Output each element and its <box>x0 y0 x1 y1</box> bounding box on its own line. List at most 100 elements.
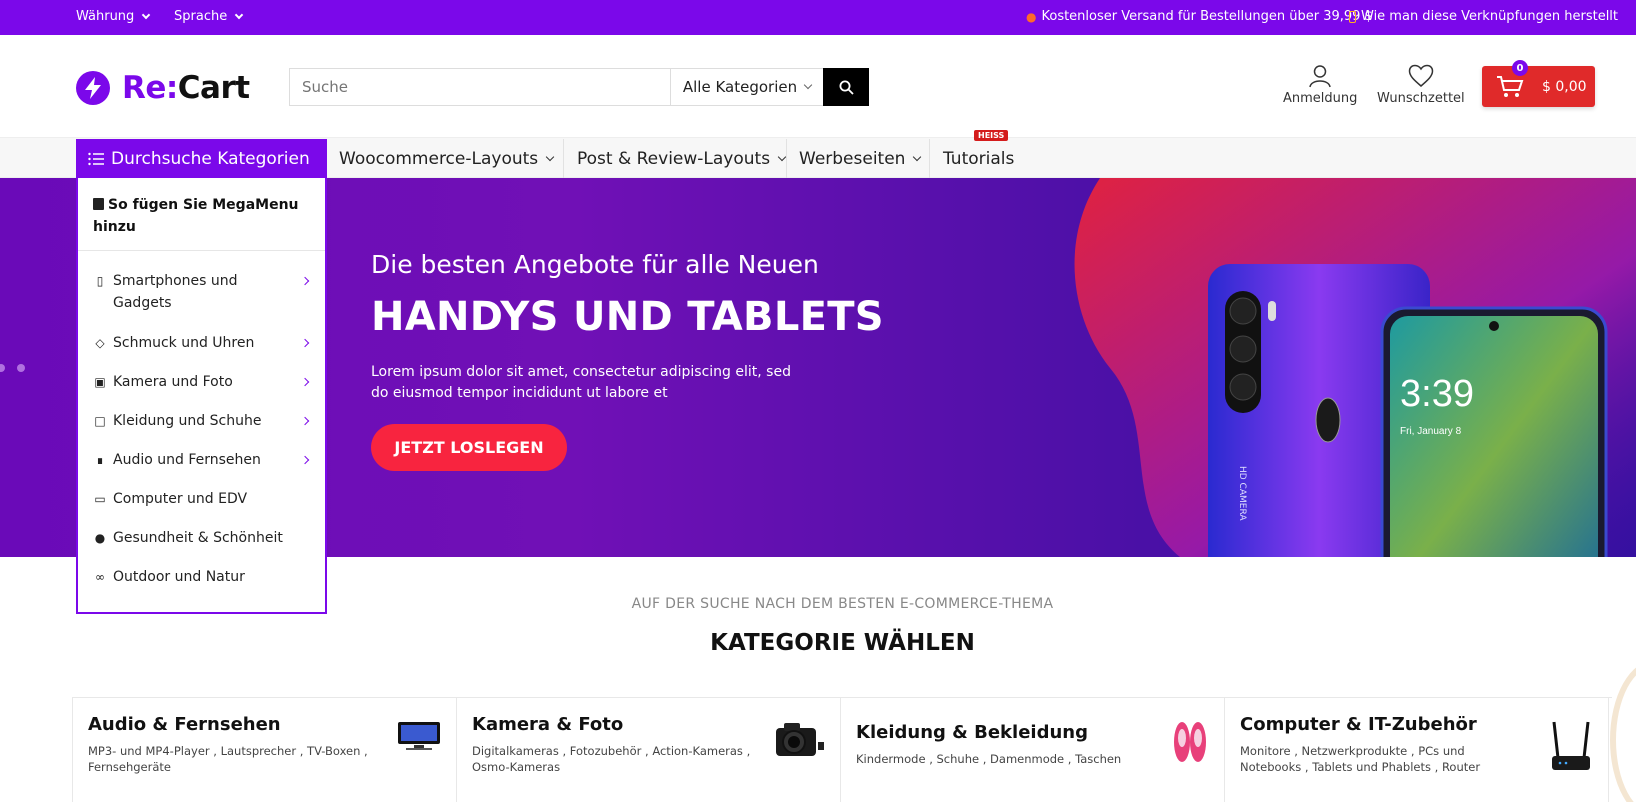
menu-item-label: Outdoor und Natur <box>113 569 245 585</box>
category-select-label: Alle Kategorien <box>682 78 798 96</box>
nav-divider <box>786 139 787 178</box>
category-subcategories: Kindermode , Schuhe , Damenmode , Tasche… <box>856 752 1122 766</box>
shortcuts-link[interactable]: Wie man diese Verknüpfungen herstellt <box>1349 9 1618 24</box>
category-title: Kamera & Foto <box>472 714 624 735</box>
category-title: Audio & Fernsehen <box>88 714 281 735</box>
search-bar: Alle Kategorien <box>289 68 869 106</box>
chevron-down-icon <box>545 152 555 161</box>
login-link[interactable]: Anmeldung <box>1283 64 1357 106</box>
menu-item-label: Kamera und Foto <box>113 374 233 390</box>
search-input[interactable] <box>290 69 670 105</box>
nav-werbeseiten[interactable]: Werbeseiten <box>799 139 922 178</box>
menu-item-clothing[interactable]: □ Kleidung und Schuhe <box>78 410 325 432</box>
bicycle-icon: ∞ <box>95 570 105 584</box>
nav-post-review-layouts[interactable]: Post & Review-Layouts <box>577 139 787 178</box>
chevron-right-icon <box>300 276 310 286</box>
chevron-right-icon <box>300 338 310 348</box>
wishlist-link[interactable]: Wunschzettel <box>1377 64 1465 106</box>
laptop-icon: ▭ <box>94 492 106 506</box>
menu-item-label: Computer und EDV <box>113 491 248 507</box>
chevron-down-icon <box>234 10 244 19</box>
category-grid: Audio & Fernsehen MP3- und MP4-Player , … <box>72 697 1612 802</box>
browse-label: Durchsuche Kategorien <box>111 148 310 169</box>
category-select[interactable]: Alle Kategorien <box>670 69 823 105</box>
chevron-right-icon <box>300 455 310 465</box>
nav-label: Post & Review-Layouts <box>577 148 771 169</box>
currency-switcher[interactable]: Währung <box>76 9 151 24</box>
top-bar: Währung Sprache ● Kostenloser Versand fü… <box>0 0 1636 35</box>
section-title: KATEGORIE WÄHLEN <box>710 630 975 656</box>
diamond-icon: ◇ <box>95 336 105 350</box>
nav-label: Tutorials <box>943 148 1015 169</box>
get-started-button[interactable]: JETZT LOSLEGEN <box>371 424 567 471</box>
search-button[interactable] <box>823 68 869 106</box>
cart-count-badge: 0 <box>1512 60 1528 76</box>
category-subcategories: Digitalkameras , Fotozubehör , Action-Ka… <box>472 744 751 774</box>
book-icon <box>93 198 104 210</box>
menu-item-label: Smartphones und Gadgets <box>113 273 238 311</box>
chevron-right-icon <box>300 416 310 426</box>
nav-label: Woocommerce-Layouts <box>339 148 539 169</box>
menu-item-audio[interactable]: ∎ Audio und Fernsehen <box>78 449 325 471</box>
menu-item-health[interactable]: ● Gesundheit & Schönheit <box>78 527 325 549</box>
heart-icon <box>1408 64 1434 87</box>
category-subcategories: Monitore , Netzwerkprodukte , PCs und No… <box>1240 744 1481 774</box>
pills-icon: ● <box>94 531 106 545</box>
user-icon <box>1309 65 1331 88</box>
hot-badge: HEISS <box>974 130 1009 141</box>
chevron-down-icon <box>142 10 151 19</box>
list-icon <box>88 152 104 165</box>
mobile-icon: ▯ <box>96 274 104 288</box>
category-mega-menu: So fügen Sie MegaMenu hinzu ▯ Smartphone… <box>76 178 327 614</box>
nav-woocommerce-layouts[interactable]: Woocommerce-Layouts <box>339 139 555 178</box>
browse-categories-button[interactable]: Durchsuche Kategorien <box>76 139 327 178</box>
fire-icon: ● <box>1026 9 1037 24</box>
cart-button[interactable]: 0 $ 0,00 <box>1482 60 1595 107</box>
login-label: Anmeldung <box>1283 91 1358 106</box>
language-label: Sprache <box>174 9 228 24</box>
category-title: Kleidung & Bekleidung <box>856 722 1088 743</box>
decorative-circle <box>1610 660 1636 802</box>
logo-text: Re:Cart <box>122 70 250 106</box>
chevron-down-icon <box>803 80 813 90</box>
hero-subtitle: Die besten Angebote für alle Neuen <box>371 250 819 279</box>
cart-icon <box>1497 75 1524 97</box>
phone-clock: 3:39 <box>1400 373 1474 415</box>
language-switcher[interactable]: Sprache <box>174 9 244 24</box>
phone-icon <box>1349 10 1356 23</box>
search-icon <box>839 80 854 95</box>
smartphones-image: HD CAMERA 3:39 Fri, January 8 <box>1208 264 1608 557</box>
category-title: Computer & IT-Zubehör <box>1240 714 1477 735</box>
phone-back-label: HD CAMERA <box>1237 466 1247 521</box>
site-logo[interactable]: Re:Cart <box>76 70 250 106</box>
category-card-clothing[interactable]: Kleidung & Bekleidung Kindermode , Schuh… <box>841 698 1225 802</box>
wishlist-label: Wunschzettel <box>1377 91 1465 106</box>
hero-title: HANDYS UND TABLETS <box>371 294 884 340</box>
megamenu-help-label: So fügen Sie MegaMenu hinzu <box>93 197 299 235</box>
menu-item-label: Kleidung und Schuhe <box>113 413 262 429</box>
category-card-camera[interactable]: Kamera & Foto Digitalkameras , Fotozubeh… <box>457 698 841 802</box>
megamenu-help-link[interactable]: So fügen Sie MegaMenu hinzu <box>78 178 325 251</box>
shoes-image <box>1174 722 1206 762</box>
shipping-text: Kostenloser Versand für Bestellungen übe… <box>1041 9 1373 24</box>
shortcuts-text: Wie man diese Verknüpfungen herstellt <box>1361 9 1619 24</box>
category-card-audio[interactable]: Audio & Fernsehen MP3- und MP4-Player , … <box>73 698 457 802</box>
nav-divider <box>563 139 564 178</box>
nav-label: Werbeseiten <box>799 148 906 169</box>
router-image <box>1552 721 1590 770</box>
category-subcategories: MP3- und MP4-Player , Lautsprecher , TV-… <box>88 744 368 774</box>
menu-item-camera[interactable]: ▣ Kamera und Foto <box>78 371 325 393</box>
nav-tutorials[interactable]: Tutorials <box>943 139 1014 178</box>
menu-item-label: Schmuck und Uhren <box>113 335 255 351</box>
menu-item-computer[interactable]: ▭ Computer und EDV <box>78 488 325 510</box>
menu-item-jewelry[interactable]: ◇ Schmuck und Uhren <box>78 332 325 354</box>
camera-image <box>776 723 824 756</box>
menu-item-smartphones[interactable]: ▯ Smartphones und Gadgets <box>78 270 325 314</box>
nav-divider <box>929 139 930 178</box>
hero-description: Lorem ipsum dolor sit amet, consectetur … <box>371 364 791 401</box>
menu-item-outdoor[interactable]: ∞ Outdoor und Natur <box>78 566 325 588</box>
chevron-right-icon <box>300 377 310 387</box>
menu-item-label: Audio und Fernsehen <box>113 452 261 468</box>
microphone-icon: ∎ <box>96 453 104 467</box>
category-card-computer[interactable]: Computer & IT-Zubehör Monitore , Netzwer… <box>1225 698 1609 802</box>
